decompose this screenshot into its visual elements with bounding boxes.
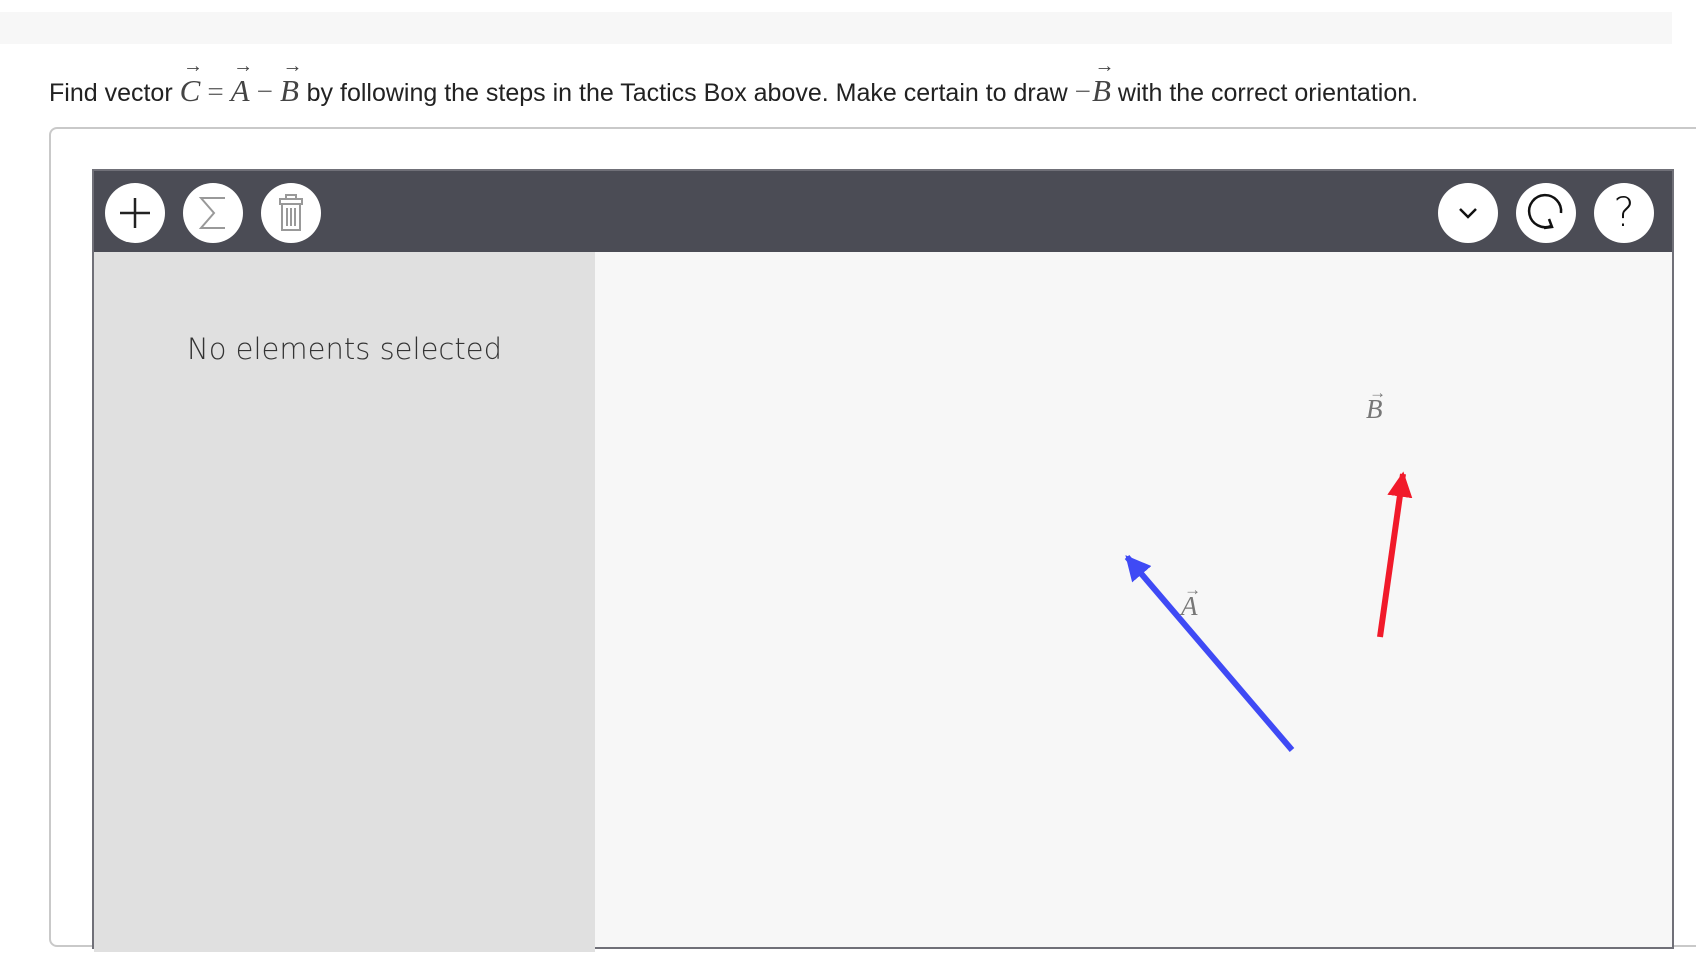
properties-panel: No elements selected [94, 252, 595, 952]
trash-icon [279, 194, 303, 231]
vector-a[interactable] [1124, 555, 1295, 752]
help-button[interactable]: ? [1594, 183, 1654, 243]
add-vector-button[interactable] [105, 183, 165, 243]
vector-b-label: B → [1366, 383, 1387, 424]
math-expression: C → = A → − B → [180, 56, 307, 108]
negative-sign: − [1074, 76, 1092, 108]
vector-drawing-tool: ? No elements selected A → B → [92, 169, 1674, 952]
reset-icon [1527, 193, 1563, 230]
vector-a-label: A → [1181, 580, 1202, 621]
vector-b-symbol: B → [279, 55, 303, 108]
options-dropdown-button[interactable] [1438, 183, 1498, 243]
prompt-text-after: with the correct orientation. [1117, 79, 1419, 107]
prompt-text-middle: by following the steps in the Tactics Bo… [306, 79, 1068, 107]
reset-button[interactable] [1516, 183, 1576, 243]
vector-b[interactable] [1377, 471, 1413, 638]
equals-sign: = [207, 76, 224, 108]
sum-icon [198, 197, 225, 229]
vector-canvas-svg [1124, 471, 1413, 752]
no-selection-message: No elements selected [187, 332, 502, 366]
vector-c-symbol: C → [179, 55, 203, 108]
chevron-down-icon [1459, 208, 1477, 219]
neg-vector-b-symbol: B → [1092, 55, 1115, 108]
vector-a-symbol: A → [230, 55, 254, 108]
toolbar: ? [94, 171, 1672, 252]
prompt-text-before: Find vector [49, 79, 173, 107]
help-icon: ? [1613, 190, 1635, 236]
add-icon [120, 198, 150, 228]
question-prompt: Find vector C → = A → − B → by following the st… [49, 56, 1669, 116]
neg-b-expression: −B → [1074, 56, 1115, 108]
delete-button[interactable] [261, 183, 321, 243]
drawing-canvas[interactable]: A → B → [595, 252, 1674, 952]
top-banner [0, 12, 1672, 44]
vector-sum-button[interactable] [183, 183, 243, 243]
minus-sign: − [256, 76, 273, 108]
